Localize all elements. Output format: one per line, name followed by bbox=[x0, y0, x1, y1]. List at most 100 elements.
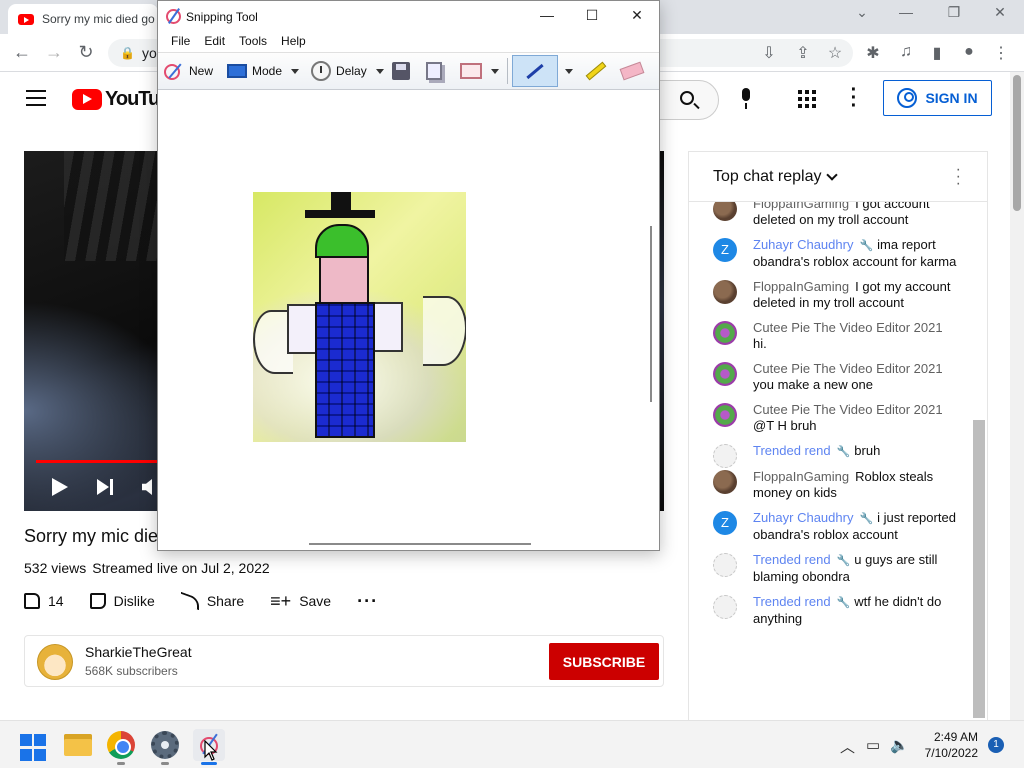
back-arrow-icon[interactable]: ← bbox=[10, 42, 34, 63]
chat-message: FloppaInGaming I got account deleted on m… bbox=[689, 202, 972, 228]
voice-search-mic-icon[interactable] bbox=[740, 88, 752, 109]
chat-author-avatar[interactable] bbox=[713, 280, 737, 304]
apps-grid-icon[interactable] bbox=[798, 90, 816, 108]
pen-tool-button[interactable] bbox=[511, 55, 573, 87]
next-video-icon[interactable] bbox=[97, 479, 115, 495]
browser-restore-button[interactable]: ❐ bbox=[934, 4, 974, 21]
snip-vertical-scrollbar[interactable] bbox=[643, 92, 659, 534]
chat-author-name[interactable]: FloppaInGaming bbox=[753, 279, 849, 294]
new-snip-button[interactable]: New bbox=[158, 57, 217, 85]
live-chat-panel: Top chat replay · · · FloppaInGaming I got … bbox=[688, 151, 988, 721]
chrome-icon[interactable] bbox=[107, 731, 135, 759]
snip-minimize-button[interactable]: — bbox=[532, 7, 562, 23]
chat-header[interactable]: Top chat replay · · · bbox=[689, 152, 987, 202]
forward-arrow-icon[interactable]: → bbox=[42, 42, 66, 63]
chat-scrollbar[interactable] bbox=[973, 420, 985, 718]
chat-author-avatar[interactable]: Z bbox=[713, 238, 737, 262]
chat-author-avatar[interactable] bbox=[713, 321, 737, 345]
browser-minimize-button[interactable]: — bbox=[886, 4, 926, 20]
settings-gear-icon[interactable] bbox=[151, 731, 179, 759]
menu-help[interactable]: Help bbox=[274, 32, 313, 52]
browser-close-button[interactable]: ✕ bbox=[980, 4, 1020, 21]
chat-author-name[interactable]: Zuhayr Chaudhry bbox=[753, 237, 853, 252]
page-scrollbar[interactable] bbox=[1010, 72, 1024, 722]
chat-message: Trended rend 🔧 bruh bbox=[689, 443, 972, 468]
start-windows-icon[interactable] bbox=[20, 734, 48, 762]
install-app-icon[interactable]: ⇩ bbox=[758, 43, 780, 63]
chat-author-name[interactable]: Cutee Pie The Video Editor 2021 bbox=[753, 402, 943, 417]
hamburger-menu-icon[interactable] bbox=[26, 90, 46, 106]
send-snip-button[interactable] bbox=[456, 57, 503, 85]
save-button[interactable]: ≡+ Save bbox=[270, 590, 331, 612]
tab-search-icon[interactable]: ⌄ bbox=[842, 4, 882, 21]
video-meta: 532 views Streamed live on Jul 2, 2022 bbox=[24, 560, 270, 576]
play-icon[interactable] bbox=[52, 478, 68, 496]
chat-author-avatar[interactable] bbox=[713, 470, 737, 494]
extensions-puzzle-icon[interactable]: ✱ bbox=[862, 43, 884, 63]
chat-author-avatar[interactable] bbox=[713, 403, 737, 427]
side-panel-icon[interactable]: ▮ bbox=[926, 43, 948, 63]
volume-speaker-icon[interactable]: 🔈 bbox=[890, 736, 909, 754]
browser-tab[interactable]: Sorry my mic died go bbox=[8, 4, 158, 34]
media-control-icon[interactable]: ♫ bbox=[895, 43, 917, 61]
chat-author-avatar[interactable] bbox=[713, 444, 737, 468]
share-page-icon[interactable]: ⇪ bbox=[792, 43, 814, 63]
pen-dropdown-icon[interactable] bbox=[564, 68, 573, 74]
search-button[interactable] bbox=[655, 80, 719, 120]
snip-close-button[interactable]: ✕ bbox=[622, 7, 652, 24]
snipping-tool-menubar: File Edit Tools Help bbox=[158, 32, 659, 52]
notification-badge[interactable]: 1 bbox=[988, 737, 1004, 753]
menu-edit[interactable]: Edit bbox=[197, 32, 232, 52]
chat-author-avatar[interactable] bbox=[713, 202, 737, 221]
chat-author-name[interactable]: FloppaInGaming bbox=[753, 469, 849, 484]
snip-maximize-button[interactable]: ☐ bbox=[577, 7, 607, 24]
chat-author-avatar[interactable] bbox=[713, 595, 737, 619]
chat-author-name[interactable]: Cutee Pie The Video Editor 2021 bbox=[753, 320, 943, 335]
network-icon[interactable]: ▭ bbox=[866, 736, 880, 754]
delay-dropdown-icon[interactable] bbox=[375, 68, 384, 74]
send-dropdown-icon[interactable] bbox=[490, 68, 499, 74]
snip-horizontal-scrollbar[interactable] bbox=[159, 536, 643, 550]
profile-avatar-icon[interactable]: ● bbox=[958, 43, 980, 61]
menu-file[interactable]: File bbox=[164, 32, 197, 52]
sign-in-button[interactable]: SIGN IN bbox=[883, 80, 992, 116]
settings-more-icon[interactable]: · · · bbox=[848, 80, 860, 116]
chat-more-icon[interactable]: · · · bbox=[956, 162, 961, 192]
chat-author-name[interactable]: Cutee Pie The Video Editor 2021 bbox=[753, 361, 943, 376]
channel-name[interactable]: SharkieTheGreat bbox=[85, 644, 192, 660]
more-actions-button[interactable]: ··· bbox=[357, 590, 378, 612]
mode-dropdown-icon[interactable] bbox=[291, 68, 300, 74]
chat-author-avatar[interactable] bbox=[713, 553, 737, 577]
chat-author-name[interactable]: Trended rend bbox=[753, 552, 831, 567]
dislike-button[interactable]: Dislike bbox=[89, 590, 155, 612]
chat-author-name[interactable]: Zuhayr Chaudhry bbox=[753, 510, 853, 525]
menu-tools[interactable]: Tools bbox=[232, 32, 274, 52]
show-hidden-icons-chevron-icon[interactable]: ︿ bbox=[840, 736, 855, 757]
drawing-green-cap bbox=[315, 224, 369, 258]
channel-avatar[interactable] bbox=[37, 644, 73, 680]
chrome-menu-icon[interactable]: ⋮ bbox=[990, 43, 1012, 63]
like-button[interactable]: 14 bbox=[24, 590, 64, 612]
file-explorer-folder-icon[interactable] bbox=[64, 734, 92, 756]
bookmark-star-icon[interactable]: ☆ bbox=[824, 43, 846, 63]
snip-canvas[interactable] bbox=[159, 92, 642, 534]
mode-button[interactable]: Mode bbox=[223, 57, 303, 85]
video-progress-fill bbox=[36, 460, 160, 463]
share-button[interactable]: Share bbox=[180, 590, 244, 612]
page-scrollbar-thumb[interactable] bbox=[1013, 75, 1021, 211]
copy-snip-button[interactable] bbox=[422, 57, 446, 85]
subscribe-button[interactable]: SUBSCRIBE bbox=[549, 643, 659, 680]
chat-author-name[interactable]: FloppaInGaming bbox=[753, 202, 849, 211]
mouse-cursor-icon bbox=[204, 740, 218, 761]
chat-author-name[interactable]: Trended rend bbox=[753, 443, 831, 458]
eraser-button[interactable] bbox=[617, 57, 647, 85]
reload-icon[interactable]: ↻ bbox=[74, 42, 98, 63]
highlighter-button[interactable] bbox=[581, 57, 611, 85]
chat-author-avatar[interactable] bbox=[713, 362, 737, 386]
save-snip-button[interactable] bbox=[388, 57, 414, 85]
chat-author-name[interactable]: Trended rend bbox=[753, 594, 831, 609]
delay-label: Delay bbox=[336, 64, 367, 78]
chat-author-avatar[interactable]: Z bbox=[713, 511, 737, 535]
taskbar-clock[interactable]: 2:49 AM 7/10/2022 bbox=[914, 729, 978, 761]
delay-button[interactable]: Delay bbox=[307, 57, 388, 85]
